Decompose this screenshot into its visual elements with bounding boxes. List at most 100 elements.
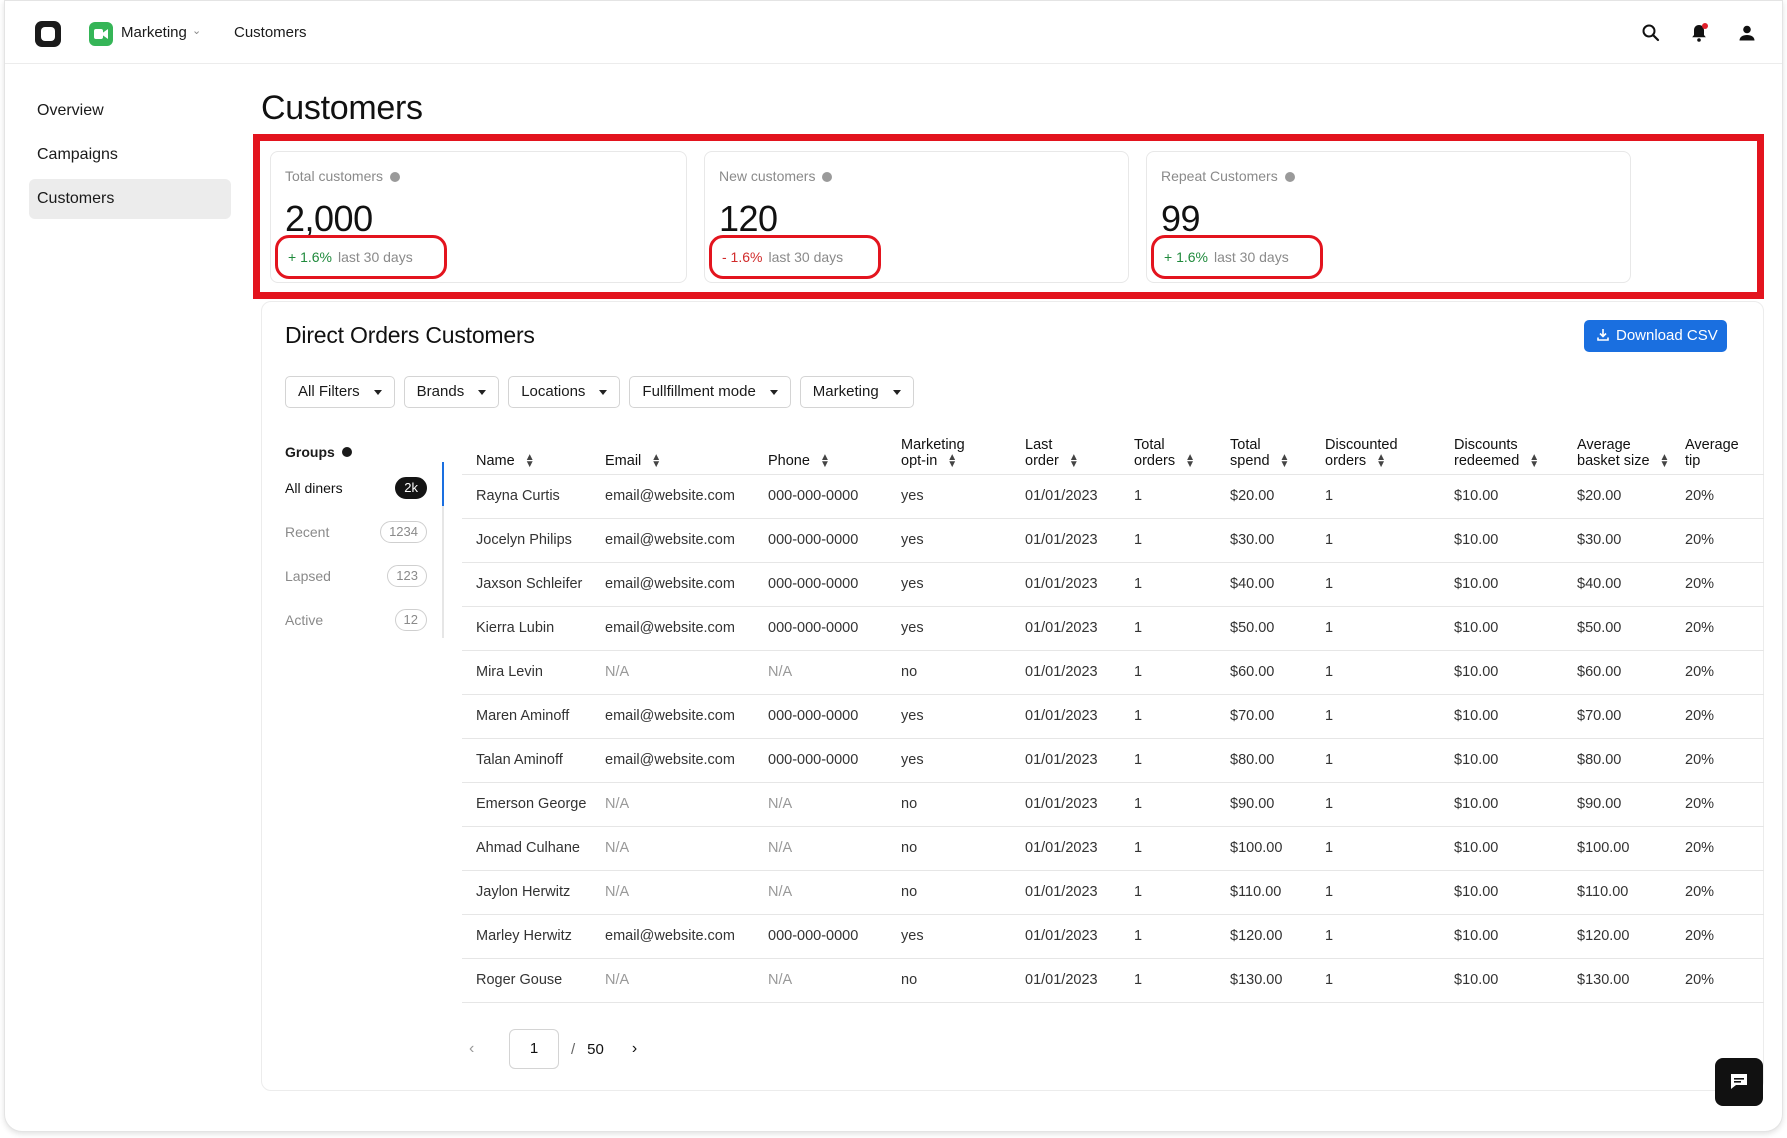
cell-last-order: 01/01/2023 [1025,649,1134,694]
cell-last-order: 01/01/2023 [1025,737,1134,782]
table-row[interactable]: Ahmad Culhane N/A N/A no 01/01/2023 1 $100.00 1… [462,825,1764,870]
table-row[interactable]: Marley Herwitz email@website.com 000-000-0… [462,913,1764,958]
filter-bar: All Filters Brands Locations Fullfillmen… [285,376,914,408]
download-csv-button[interactable]: Download CSV [1584,320,1727,352]
column-header-discounts-redeemed[interactable]: Discounts redeemed ▲ ▼ [1454,430,1577,474]
cell-last-order: 01/01/2023 [1025,869,1134,914]
filter-brands[interactable]: Brands [403,376,500,408]
notifications-bell-icon[interactable] [1687,21,1711,45]
breadcrumb[interactable]: Customers [234,24,307,41]
group-item-recent[interactable]: Recent 1234 [285,510,445,554]
cell-email: email@website.com [605,473,768,518]
table-row[interactable]: Roger Gouse N/A N/A no 01/01/2023 1 $130.00 1 $1… [462,957,1764,1003]
cell-email: N/A [605,781,768,826]
sort-icon[interactable]: ▲ ▼ [525,452,535,469]
filter-fulfillment-mode[interactable]: Fullfillment mode [629,376,791,408]
sort-icon[interactable]: ▲ ▼ [1529,452,1539,469]
chevron-down-icon[interactable]: ⌄ [192,24,201,37]
column-header-label: Phone [768,452,810,469]
column-header-label-line2: opt-in [901,452,938,469]
table-row[interactable]: Jaylon Herwitz N/A N/A no 01/01/2023 1 $110.00… [462,869,1764,914]
column-header-email[interactable]: Email ▲ ▼ [605,430,768,474]
table-row[interactable]: Mira Levin N/A N/A no 01/01/2023 1 $60.00 1 $10.… [462,649,1764,694]
previous-page-icon[interactable]: ‹ [469,1040,503,1058]
cell-average-basket-size: $30.00 [1577,517,1685,562]
customers-table-scroll[interactable]: Name ▲ ▼ Email ▲ ▼ Phone ▲ ▼ Marketing opt-in ▲ ▼ Las… [462,430,1764,1003]
column-header-name[interactable]: Name ▲ ▼ [462,430,605,474]
cell-discounted-orders: 1 [1325,825,1454,870]
sidebar-item-campaigns[interactable]: Campaigns [29,135,231,175]
cell-marketing-opt-in: no [901,781,1025,826]
cell-discounts-redeemed: $10.00 [1454,473,1577,518]
groups-selection-rail [442,462,444,638]
sort-icon[interactable]: ▲ ▼ [1376,452,1386,469]
column-header-total-orders[interactable]: Total orders ▲ ▼ [1134,430,1230,474]
table-row[interactable]: Jaxson Schleifer email@website.com 000-000… [462,561,1764,606]
column-header-last-order[interactable]: Last order ▲ ▼ [1025,430,1134,474]
filter-locations[interactable]: Locations [508,376,621,408]
info-icon[interactable] [1284,172,1295,182]
info-icon[interactable] [390,172,401,182]
app-logo-icon[interactable] [35,21,61,47]
cell-phone: N/A [768,649,901,694]
caret-down-icon [373,389,382,395]
cell-email: email@website.com [605,561,768,606]
table-row[interactable]: Talan Aminoff email@website.com 000-000-00… [462,737,1764,782]
cell-discounts-redeemed: $10.00 [1454,913,1577,958]
filter-all-filters[interactable]: All Filters [285,376,395,408]
info-icon[interactable] [341,447,352,457]
sort-icon[interactable]: ▲ ▼ [1069,452,1079,469]
column-header-total-spend[interactable]: Total spend ▲ ▼ [1230,430,1325,474]
cell-discounted-orders: 1 [1325,913,1454,958]
table-row[interactable]: Jocelyn Philips email@website.com 000-000-… [462,517,1764,562]
column-header-phone[interactable]: Phone ▲ ▼ [768,430,901,474]
stat-trend-highlight: + 1.6% last 30 days [275,235,447,279]
column-header-average-basket-size[interactable]: Average basket size ▲ ▼ [1577,430,1685,474]
page-title: Customers [261,89,423,127]
sort-icon[interactable]: ▲ ▼ [947,452,957,469]
group-label: Recent [285,524,330,540]
page-number-input[interactable]: 1 [509,1029,559,1069]
marketing-app-icon[interactable] [89,22,113,46]
user-account-icon[interactable] [1735,21,1759,45]
table-row[interactable]: Kierra Lubin email@website.com 000-000-000… [462,605,1764,650]
cell-name: Emerson George [462,781,605,826]
cell-total-orders: 1 [1134,693,1230,738]
cell-total-spend: $60.00 [1230,649,1325,694]
table-row[interactable]: Maren Aminoff email@website.com 000-000-00… [462,693,1764,738]
sort-icon[interactable]: ▲ ▼ [651,452,661,469]
group-count-badge: 12 [394,609,427,631]
search-icon[interactable] [1639,21,1663,45]
cell-discounted-orders: 1 [1325,781,1454,826]
column-header-label: Last [1025,436,1053,453]
cell-name: Roger Gouse [462,957,605,1003]
column-header-marketing-opt-in[interactable]: Marketing opt-in ▲ ▼ [901,430,1025,474]
sort-icon[interactable]: ▲ ▼ [820,452,830,469]
sidebar-item-customers[interactable]: Customers [29,179,231,219]
table-row[interactable]: Rayna Curtis email@website.com 000-000-000… [462,473,1764,518]
cell-total-spend: $100.00 [1230,825,1325,870]
group-item-active[interactable]: Active 12 [285,598,445,642]
cell-last-order: 01/01/2023 [1025,473,1134,518]
group-item-all-diners[interactable]: All diners 2k [285,466,445,510]
sidebar-item-overview[interactable]: Overview [29,91,231,131]
group-count-badge: 2k [395,477,427,499]
group-label: All diners [285,480,343,496]
column-header-average-tip[interactable]: Average tip [1685,430,1764,474]
filter-marketing[interactable]: Marketing [799,376,914,408]
next-page-icon[interactable]: › [632,1040,637,1058]
column-header-label-line2: basket size [1577,452,1650,469]
chat-support-button[interactable] [1715,1058,1763,1106]
sort-icon[interactable]: ▲ ▼ [1280,452,1290,469]
table-row[interactable]: Emerson George N/A N/A no 01/01/2023 1 $90.00 1… [462,781,1764,826]
app-switcher-label[interactable]: Marketing [121,24,187,41]
group-item-lapsed[interactable]: Lapsed 123 [285,554,445,598]
column-header-label: Discounted [1325,436,1398,453]
stat-label: Repeat Customers [1161,168,1295,184]
info-icon[interactable] [822,172,833,182]
column-header-discounted-orders[interactable]: Discounted orders ▲ ▼ [1325,430,1454,474]
panel-title: Direct Orders Customers [285,322,535,348]
cell-marketing-opt-in: no [901,649,1025,694]
sort-icon[interactable]: ▲ ▼ [1185,452,1195,469]
sort-icon[interactable]: ▲ ▼ [1660,452,1670,469]
